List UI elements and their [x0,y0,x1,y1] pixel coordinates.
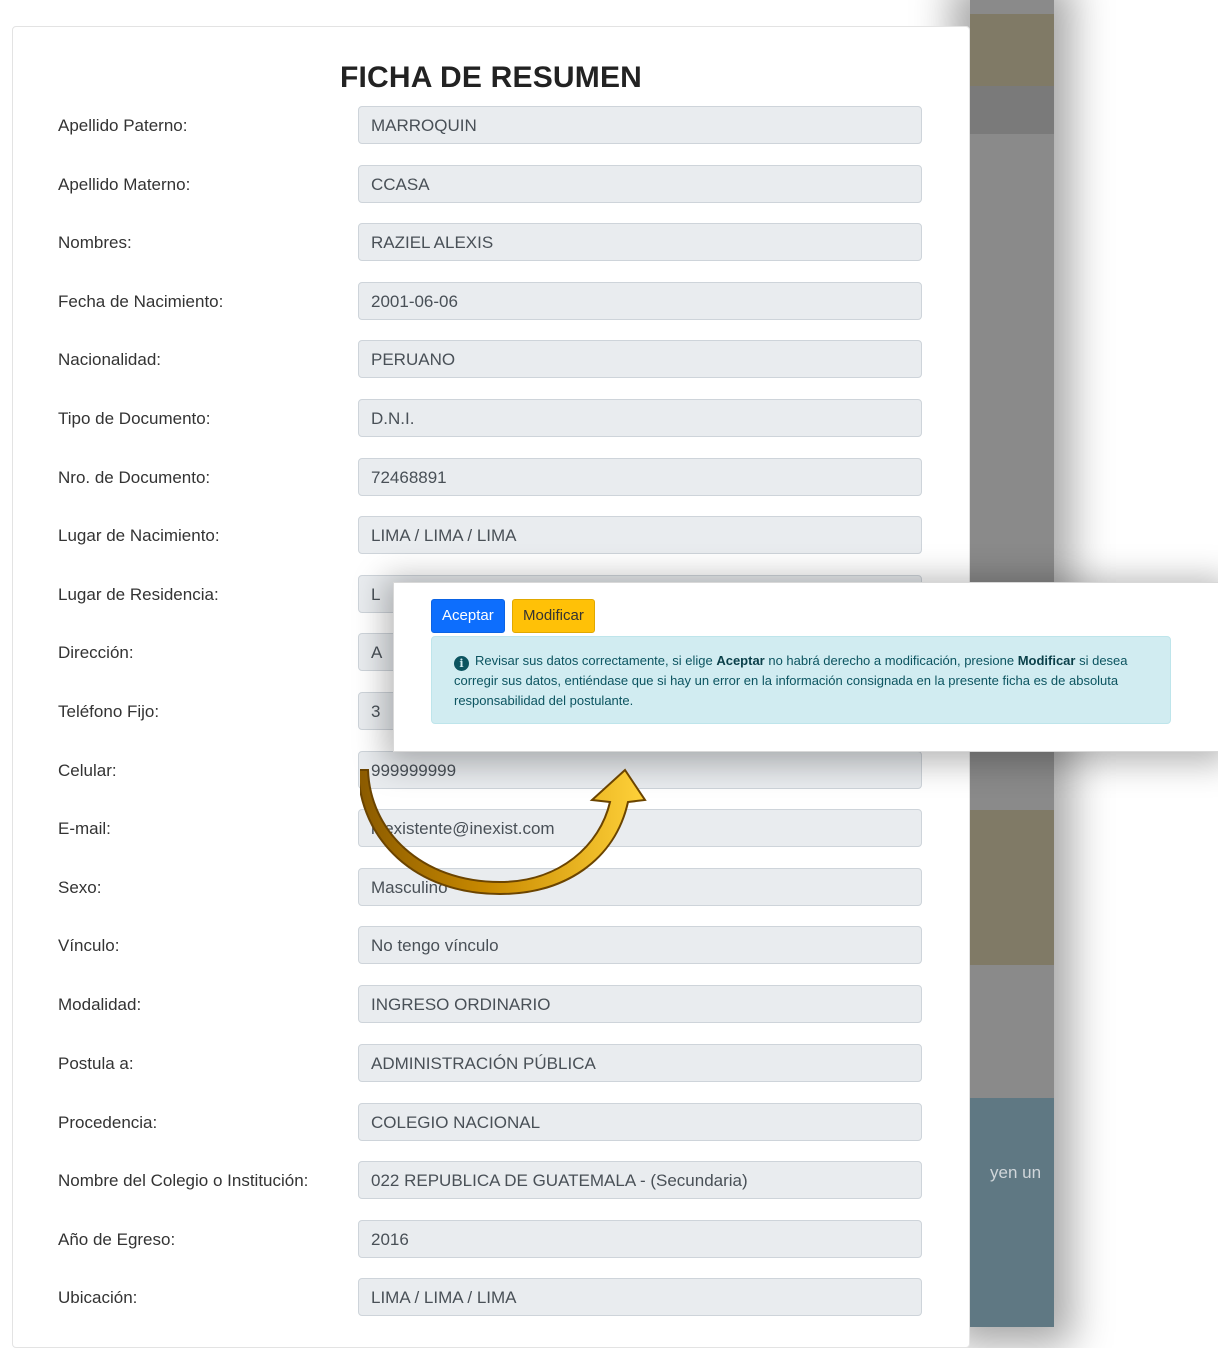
lugar-nacimiento-field[interactable]: LIMA / LIMA / LIMA [358,516,922,554]
field-label: E-mail: [58,819,111,838]
field-label: Ubicación: [58,1288,138,1307]
field-label: Tipo de Documento: [58,409,211,428]
anio-egreso-field[interactable]: 2016 [358,1220,922,1258]
modalidad-field[interactable]: INGRESO ORDINARIO [358,985,922,1023]
alert-bold-accept: Aceptar [716,653,765,668]
curved-arrow-icon [360,768,647,896]
bg-content-band [970,810,1054,965]
field-label: Celular: [58,761,117,780]
field-label: Nacionalidad: [58,350,162,369]
accept-button[interactable]: Aceptar [431,599,505,633]
apellido-materno-field[interactable]: CCASA [358,165,922,203]
arrow-shape [360,768,647,896]
vinculo-field[interactable]: No tengo vínculo [358,926,922,964]
info-icon: i [454,656,469,671]
field-label: Nombres: [58,233,132,252]
field-row-postula-a: Postula a: ADMINISTRACIÓN PÚBLICA [13,1044,969,1084]
field-row-nombres: Nombres: RAZIEL ALEXIS [13,223,969,263]
field-label: Nro. de Documento: [58,468,211,487]
nacionalidad-field[interactable]: PERUANO [358,340,922,378]
alert-bold-modify: Modificar [1017,653,1076,668]
field-label: Dirección: [58,643,134,662]
info-alert: i Revisar sus datos correctamente, si eli… [431,636,1171,724]
field-row-ubicacion: Ubicación: LIMA / LIMA / LIMA [13,1278,969,1318]
nombres-field[interactable]: RAZIEL ALEXIS [358,223,922,261]
field-row-nacionalidad: Nacionalidad: PERUANO [13,340,969,380]
field-label: Lugar de Nacimiento: [58,526,220,545]
field-label: Modalidad: [58,995,142,1014]
field-row-nro-documento: Nro. de Documento: 72468891 [13,458,969,498]
field-label: Nombre del Colegio o Institución: [58,1171,309,1190]
field-label: Teléfono Fijo: [58,702,160,721]
field-label: Vínculo: [58,936,120,955]
nombre-colegio-field[interactable]: 022 REPUBLICA DE GUATEMALA - (Secundaria… [358,1161,922,1199]
bg-notice-band [970,1098,1054,1327]
field-row-lugar-nacimiento: Lugar de Nacimiento: LIMA / LIMA / LIMA [13,516,969,556]
field-row-tipo-documento: Tipo de Documento: D.N.I. [13,399,969,439]
field-label: Lugar de Residencia: [58,585,219,604]
fecha-nacimiento-field[interactable]: 2001-06-06 [358,282,922,320]
field-row-procedencia: Procedencia: COLEGIO NACIONAL [13,1103,969,1143]
field-label: Apellido Materno: [58,175,191,194]
field-label: Sexo: [58,878,102,897]
ubicacion-field[interactable]: LIMA / LIMA / LIMA [358,1278,922,1316]
field-label: Apellido Paterno: [58,116,188,135]
alert-text-2: no habrá derecho a modificación, presion… [764,653,1018,668]
alert-text-1: Revisar sus datos correctamente, si elig… [475,653,717,668]
procedencia-field[interactable]: COLEGIO NACIONAL [358,1103,922,1141]
field-row-fecha-nacimiento: Fecha de Nacimiento: 2001-06-06 [13,282,969,322]
field-row-vinculo: Vínculo: No tengo vínculo [13,926,969,966]
field-label: Fecha de Nacimiento: [58,292,224,311]
field-row-anio-egreso: Año de Egreso: 2016 [13,1220,969,1260]
bg-navbar-band [970,86,1054,134]
field-label: Procedencia: [58,1113,158,1132]
postula-a-field[interactable]: ADMINISTRACIÓN PÚBLICA [358,1044,922,1082]
tipo-documento-field[interactable]: D.N.I. [358,399,922,437]
field-row-nombre-colegio: Nombre del Colegio o Institución: 022 RE… [13,1161,969,1201]
field-row-apellido-materno: Apellido Materno: CCASA [13,165,969,205]
modify-button[interactable]: Modificar [512,599,595,633]
field-row-apellido-paterno: Apellido Paterno: MARROQUIN [13,106,969,146]
apellido-paterno-field[interactable]: MARROQUIN [358,106,922,144]
confirmation-dialog: Aceptar Modificar i Revisar sus datos cor… [393,582,1218,752]
field-label: Postula a: [58,1054,134,1073]
page-title: FICHA DE RESUMEN [339,61,643,94]
field-label: Año de Egreso: [58,1230,176,1249]
nro-documento-field[interactable]: 72468891 [358,458,922,496]
field-row-modalidad: Modalidad: INGRESO ORDINARIO [13,985,969,1025]
bg-partial-text: yen un [990,1163,1042,1182]
bg-header-band [970,14,1054,86]
